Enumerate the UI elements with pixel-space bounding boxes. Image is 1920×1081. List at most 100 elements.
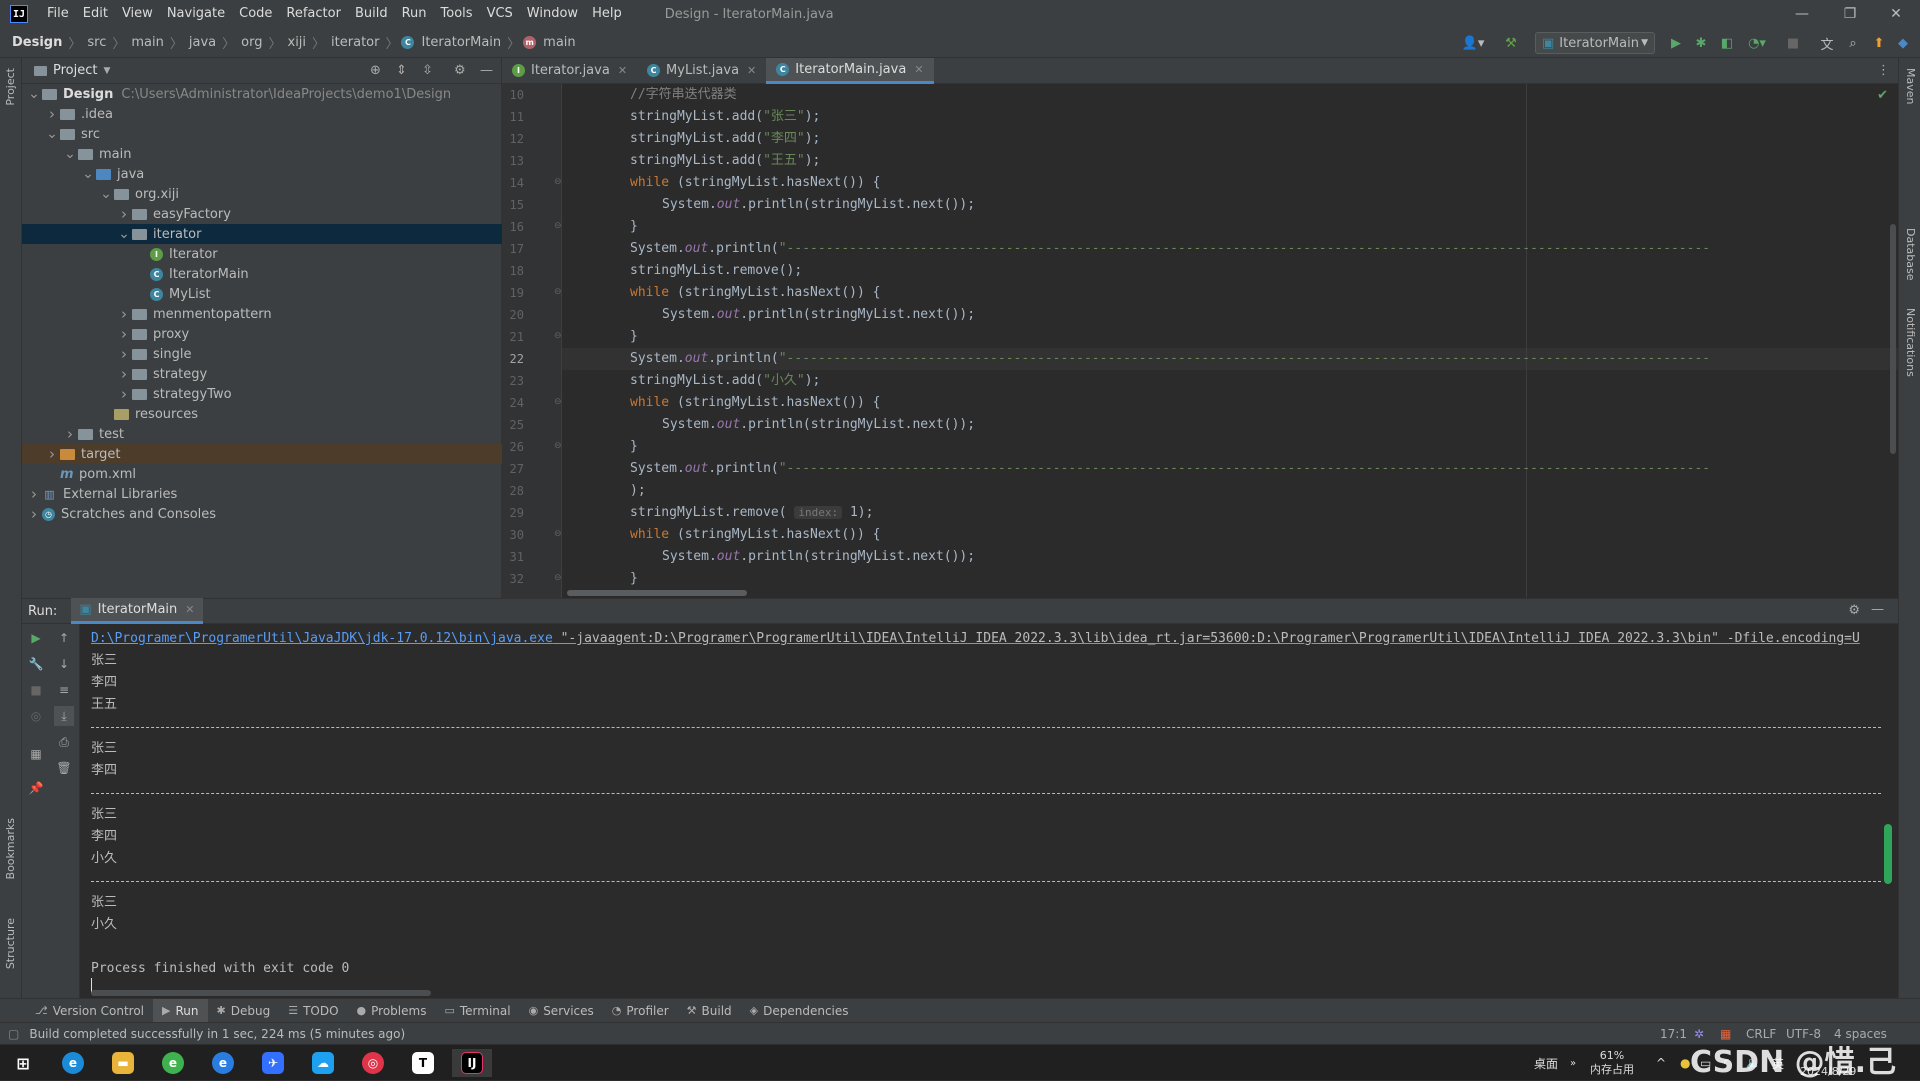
editor-tab[interactable]: C MyList.java ✕ [637, 58, 766, 84]
breadcrumb-item[interactable]: xiji [285, 35, 310, 50]
tree-item[interactable]: I Iterator [22, 244, 502, 264]
breadcrumb-item[interactable]: main [128, 35, 166, 50]
tree-item[interactable]: › proxy [22, 324, 502, 344]
ime-indicator[interactable]: 英 [1772, 1045, 1784, 1081]
indent-setting[interactable]: 4 spaces [1834, 1023, 1887, 1045]
console-horizontal-scrollbar[interactable] [91, 990, 431, 996]
menu-item-navigate[interactable]: Navigate [160, 0, 232, 28]
bookmarks-tool-label[interactable]: Bookmarks [4, 818, 17, 879]
status-message[interactable]: Build completed successfully in 1 sec, 2… [19, 1027, 405, 1041]
wrench-icon[interactable]: 🔧 [26, 654, 46, 674]
profile-icon[interactable]: ◔▾ [1742, 32, 1772, 54]
down-arrow-icon[interactable]: ↓ [54, 654, 74, 674]
breadcrumb-item[interactable]: IteratorMain [418, 35, 504, 50]
file-encoding[interactable]: UTF-8 [1786, 1023, 1821, 1045]
rerun-icon[interactable]: ▶ [26, 628, 46, 648]
tool-terminal[interactable]: ▭ Terminal [435, 999, 519, 1023]
console-command-line[interactable]: D:\Programer\ProgramerUtil\JavaJDK\jdk-1… [91, 628, 1860, 650]
menu-item-help[interactable]: Help [585, 0, 629, 28]
chevron-right-icon[interactable]: › [26, 505, 42, 523]
close-icon[interactable]: ✕ [618, 64, 627, 77]
build-hammer-icon[interactable]: ⚒ [1500, 32, 1522, 54]
browser-app[interactable]: e [156, 1049, 190, 1077]
memory-widget[interactable]: 61% 内存占用 [1590, 1045, 1634, 1081]
breadcrumb-item[interactable]: Design [0, 35, 65, 50]
locate-icon[interactable]: ⊕ [370, 63, 381, 78]
chevron-right-icon[interactable]: › [116, 385, 132, 403]
soft-wrap-icon[interactable]: ≡ [54, 680, 74, 700]
tool-problems[interactable]: ● Problems [348, 999, 436, 1023]
fold-marker-icon[interactable]: ⊖ [554, 441, 562, 451]
search-icon[interactable]: ⌕ [1842, 32, 1864, 54]
tree-item[interactable]: ⌄ iterator [22, 224, 502, 244]
collapse-all-icon[interactable]: ⇳ [422, 63, 433, 78]
layout-icon[interactable]: ▦ [26, 744, 46, 764]
tree-item[interactable]: › strategyTwo [22, 384, 502, 404]
tree-item[interactable]: ⌄ src [22, 124, 502, 144]
close-icon[interactable]: ✕ [914, 63, 923, 76]
menu-item-vcs[interactable]: VCS [480, 0, 520, 28]
volume-icon[interactable]: 🔈 [1746, 1045, 1761, 1081]
editor-vertical-scrollbar[interactable] [1890, 224, 1896, 454]
network-icon[interactable]: ▭ [1700, 1045, 1711, 1081]
chevron-right-icon[interactable]: › [116, 365, 132, 383]
caret-position[interactable]: 17:1 [1660, 1023, 1687, 1045]
up-arrow-icon[interactable]: ↑ [54, 628, 74, 648]
tool-build[interactable]: ⚒ Build [678, 999, 741, 1023]
chevron-right-icon[interactable]: › [116, 305, 132, 323]
maven-tool-label[interactable]: Maven [1904, 68, 1917, 104]
explorer-app[interactable]: ▬ [106, 1049, 140, 1077]
tree-item[interactable]: › .idea [22, 104, 502, 124]
tree-item[interactable]: › easyFactory [22, 204, 502, 224]
update-icon[interactable]: ⬆ [1868, 32, 1890, 54]
translate-icon[interactable]: 文 [1816, 32, 1838, 54]
menu-item-run[interactable]: Run [395, 0, 434, 28]
intellij-app[interactable]: IJ [452, 1049, 492, 1077]
console-vertical-scrollbar[interactable] [1884, 824, 1892, 884]
ie-app[interactable]: e [206, 1049, 240, 1077]
print-icon[interactable]: ⎙ [54, 732, 74, 752]
breadcrumb-item[interactable]: src [84, 35, 109, 50]
breadcrumb-item[interactable]: iterator [328, 35, 382, 50]
project-tool-label[interactable]: Project [4, 68, 17, 106]
gear-icon[interactable]: ⚙ [1848, 603, 1860, 618]
close-icon[interactable]: ✕ [1872, 0, 1920, 28]
java-path-link[interactable]: D:\Programer\ProgramerUtil\JavaJDK\jdk-1… [91, 631, 553, 646]
user-icon[interactable]: 👤▾ [1460, 32, 1486, 54]
menu-item-file[interactable]: File [40, 0, 76, 28]
menu-item-edit[interactable]: Edit [76, 0, 115, 28]
tray-chevron-icon[interactable]: » [1570, 1045, 1576, 1081]
hide-icon[interactable]: — [1871, 602, 1884, 617]
inspection-ok-icon[interactable]: ✔ [1877, 88, 1888, 103]
editor-horizontal-scrollbar[interactable] [567, 590, 747, 596]
tree-item[interactable]: › ▥ External Libraries [22, 484, 502, 504]
stop-icon[interactable]: ■ [1782, 32, 1804, 54]
debug-icon[interactable]: ✱ [1690, 32, 1712, 54]
tree-item[interactable]: C IteratorMain [22, 264, 502, 284]
tool-debug[interactable]: ✱ Debug [208, 999, 280, 1023]
tray-app-icon[interactable]: ● [1680, 1045, 1690, 1081]
chevron-down-icon[interactable]: ⌄ [62, 147, 78, 161]
run-icon[interactable]: ▶ [1665, 32, 1687, 54]
menu-item-view[interactable]: View [115, 0, 160, 28]
intellij-logo-icon[interactable]: IJ [10, 5, 28, 23]
structure-tool-label[interactable]: Structure [4, 918, 17, 969]
editor-tab[interactable]: C IteratorMain.java ✕ [766, 57, 934, 84]
code-editor[interactable]: 10 11 12 13 14 ⊖ 15 16 ⊖ 17 18 19 ⊖ 20 21 ⊖ 22 23 24 ⊖ 25 26 ⊖… [502, 84, 1898, 598]
gear-icon[interactable]: ⚙ [454, 63, 466, 78]
feishu-app[interactable]: ✈ [256, 1049, 290, 1077]
ai-assistant-icon[interactable]: ✲ [1694, 1023, 1704, 1045]
console-output[interactable]: D:\Programer\ProgramerUtil\JavaJDK\jdk-1… [80, 624, 1898, 998]
run-config-dropdown[interactable]: ▣ IteratorMain ▼ [1535, 32, 1655, 54]
tool-dependencies[interactable]: ◈ Dependencies [741, 999, 858, 1023]
tree-item[interactable]: ⌄ main [22, 144, 502, 164]
more-icon[interactable]: ⋮ [1877, 63, 1890, 78]
fold-marker-icon[interactable]: ⊖ [554, 177, 562, 187]
fold-marker-icon[interactable]: ⊖ [554, 287, 562, 297]
chevron-right-icon[interactable]: › [26, 485, 42, 503]
chevron-down-icon[interactable]: ⌄ [98, 187, 114, 201]
tree-item[interactable]: resources [22, 404, 502, 424]
minimize-icon[interactable]: — [1778, 0, 1826, 28]
tree-item[interactable]: ⌄ org.xiji [22, 184, 502, 204]
tree-item[interactable]: › target [22, 444, 502, 464]
